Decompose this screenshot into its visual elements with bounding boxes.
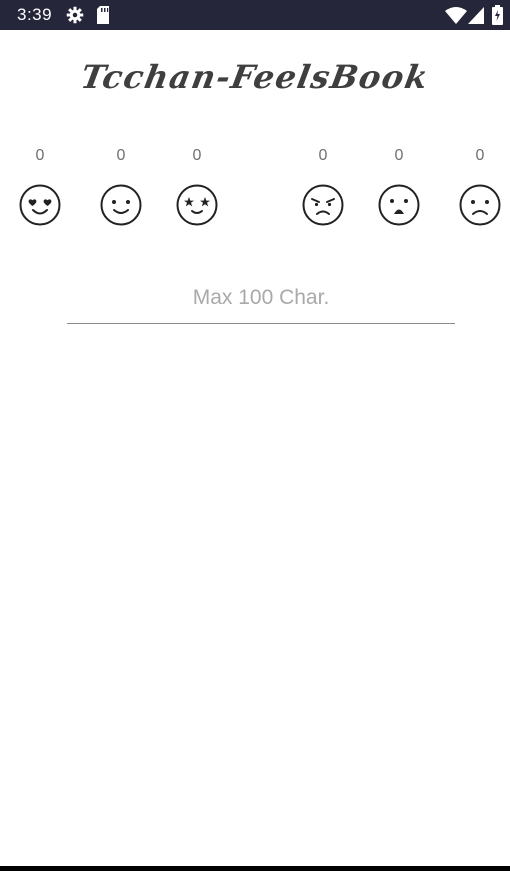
anger-face-icon[interactable]	[301, 183, 345, 227]
wifi-icon	[445, 7, 467, 28]
status-bar: 3:39	[0, 0, 510, 30]
surprise-face-icon[interactable]	[175, 183, 219, 227]
joy-count: 0	[116, 147, 126, 164]
sd-card-icon	[96, 6, 110, 28]
settings-gear-icon	[66, 6, 84, 28]
emotion-joy: 0	[91, 145, 151, 227]
battery-charging-icon	[492, 5, 503, 29]
app-title: Tcchan-FeelsBook	[77, 58, 433, 96]
anger-count: 0	[318, 147, 328, 164]
emotion-love: 0	[10, 145, 70, 227]
emotion-surprise: 0	[167, 145, 227, 227]
fear-count: 0	[394, 147, 404, 164]
emotion-sad: 0	[450, 145, 510, 227]
emotion-fear: 0	[369, 145, 429, 227]
surprise-count: 0	[192, 147, 202, 164]
comment-input[interactable]	[67, 272, 455, 324]
sad-count: 0	[475, 147, 485, 164]
cell-signal-icon	[468, 7, 484, 28]
comment-field	[67, 272, 455, 325]
joy-face-icon[interactable]	[99, 183, 143, 227]
status-time: 3:39	[17, 5, 53, 24]
sad-face-icon[interactable]	[458, 183, 502, 227]
emotion-anger: 0	[293, 145, 353, 227]
love-count: 0	[35, 147, 45, 164]
fear-face-icon[interactable]	[377, 183, 421, 227]
love-face-icon[interactable]	[18, 183, 62, 227]
navigation-bar-edge	[0, 866, 510, 871]
